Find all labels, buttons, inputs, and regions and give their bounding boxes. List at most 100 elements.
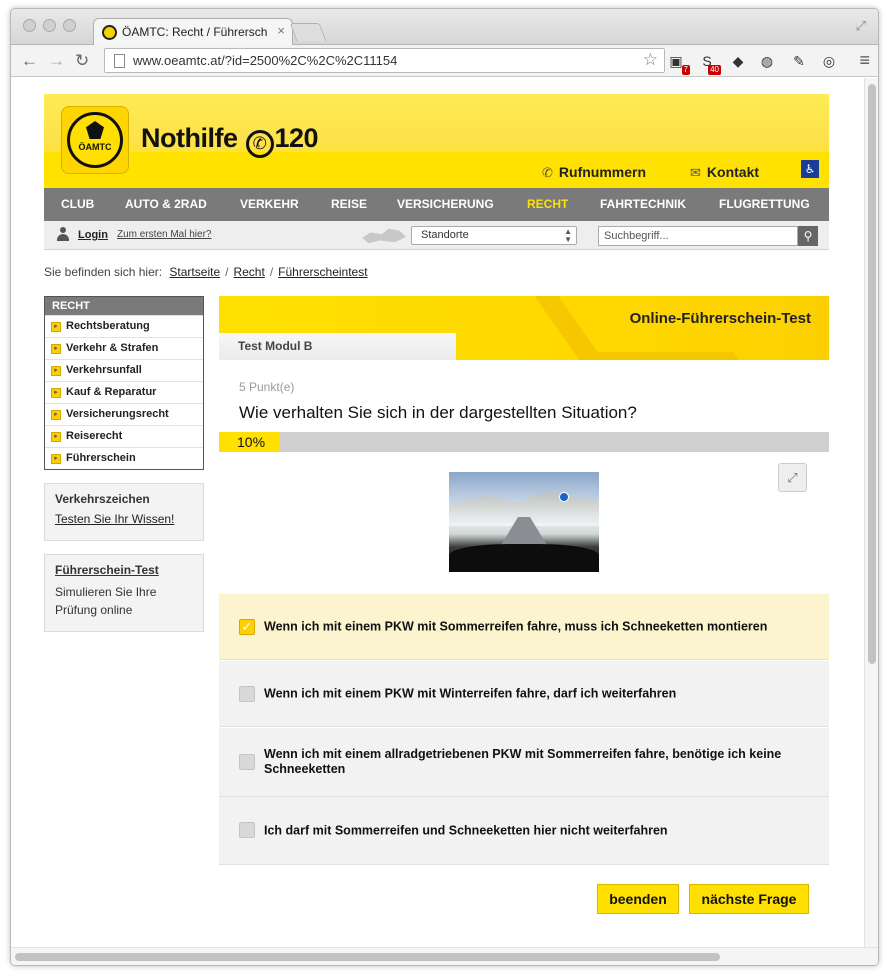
horizontal-scroll-thumb[interactable] — [15, 953, 720, 961]
back-button[interactable]: ← — [21, 51, 38, 71]
license-test-panel: Führerschein-Test Simulieren Sie Ihre Pr… — [44, 554, 204, 632]
sidebar-item-verkehrsunfall[interactable]: ▸ Verkehrsunfall — [45, 359, 203, 381]
sidebar-item-reiserecht[interactable]: ▸ Reiserecht — [45, 425, 203, 447]
horizontal-scrollbar[interactable] — [11, 947, 878, 965]
nav-verkehr[interactable]: VERKEHR — [240, 188, 299, 221]
sidebar-item-label: Verkehr & Strafen — [66, 342, 159, 354]
austria-map-icon — [362, 228, 406, 244]
eyedropper-icon[interactable]: ✎ — [789, 51, 809, 71]
answer-option[interactable]: Wenn ich mit einem allradgetriebenen PKW… — [219, 728, 829, 797]
sidebar-item-label: Führerschein — [66, 452, 136, 464]
question-points: 5 Punkt(e) — [239, 380, 295, 394]
test-module-tab: Test Modul B — [219, 333, 456, 360]
traffic-signs-panel: Verkehrszeichen Testen Sie Ihr Wissen! — [44, 483, 204, 541]
license-test-link[interactable]: Führerschein-Test — [55, 563, 193, 577]
nav-recht[interactable]: RECHT — [527, 188, 568, 221]
sidebar-menu: RECHT ▸ Rechtsberatung ▸ Verkehr & Strafen… — [44, 296, 204, 470]
first-visit-link[interactable]: Zum ersten Mal hier? — [117, 229, 211, 240]
nav-auto-2rad[interactable]: AUTO & 2RAD — [125, 188, 207, 221]
sidebar-item-label: Versicherungsrecht — [66, 408, 169, 420]
sidebar-heading: RECHT — [45, 297, 203, 315]
answer-checkbox[interactable] — [239, 686, 255, 702]
extension-badge: 40 — [708, 65, 721, 75]
tab-close-icon[interactable]: × — [277, 23, 285, 38]
arrow-right-icon: ▸ — [51, 366, 61, 376]
sidebar-item-verkehr-strafen[interactable]: ▸ Verkehr & Strafen — [45, 337, 203, 359]
question-text: Wie verhalten Sie sich in der dargestell… — [239, 403, 637, 422]
answer-text: Wenn ich mit einem PKW mit Sommerreifen … — [264, 619, 768, 633]
rufnummern-link[interactable]: ✆ Rufnummern — [542, 164, 646, 181]
vertical-scroll-thumb[interactable] — [868, 84, 876, 664]
reload-button[interactable]: ↻ — [75, 51, 89, 71]
new-tab-button[interactable] — [289, 23, 327, 41]
browser-toolbar: ← → ↻ www.oeamtc.at/?id=2500%2C%2C%2C111… — [11, 45, 878, 77]
quiz-banner: Online-Führerschein-Test Test Modul B — [219, 296, 829, 360]
oeamtc-logo[interactable]: ÖAMTC — [61, 106, 129, 174]
user-icon — [57, 227, 69, 241]
breadcrumb-recht[interactable]: Recht — [233, 265, 264, 279]
accessibility-icon[interactable]: ♿ — [801, 160, 819, 178]
search-icon[interactable]: ⚲ — [798, 226, 818, 246]
locations-select[interactable]: Standorte ▲ ▼ — [411, 226, 577, 245]
answer-option[interactable]: Ich darf mit Sommerreifen und Schneekett… — [219, 797, 829, 865]
panel-title: Verkehrszeichen — [55, 492, 150, 506]
sidebar-item-versicherungsrecht[interactable]: ▸ Versicherungsrecht — [45, 403, 203, 425]
sidebar-item-rechtsberatung[interactable]: ▸ Rechtsberatung — [45, 315, 203, 337]
logo-text: ÖAMTC — [78, 142, 112, 152]
minimize-window-button[interactable] — [43, 19, 56, 32]
url-text: www.oeamtc.at/?id=2500%2C%2C%2C11154 — [133, 53, 398, 68]
breadcrumb-fuehrerscheintest[interactable]: Führerscheintest — [278, 265, 367, 279]
next-question-button[interactable]: nächste Frage — [689, 884, 809, 914]
select-updown-icon: ▲ ▼ — [564, 227, 572, 244]
site-header: ÖAMTC Nothilfe ✆ 120 ✆ Rufnummern ✉ Kontakt… — [44, 94, 829, 188]
fullscreen-icon[interactable]: ⤢ — [856, 18, 866, 34]
phone-icon: ✆ — [245, 130, 274, 158]
expand-image-icon[interactable]: ⤢ — [778, 463, 807, 492]
address-bar[interactable]: www.oeamtc.at/?id=2500%2C%2C%2C11154 ☆ — [104, 48, 665, 73]
answer-option[interactable]: ✓ Wenn ich mit einem PKW mit Sommerreife… — [219, 594, 829, 660]
nav-club[interactable]: CLUB — [61, 188, 94, 221]
browser-menu-icon[interactable]: ≡ — [859, 50, 870, 71]
sidebar-item-fuehrerschein[interactable]: ▸ Führerschein — [45, 447, 203, 469]
answer-checkbox[interactable] — [239, 822, 255, 838]
hotline-prefix: Nothilfe — [141, 123, 238, 153]
test-knowledge-link[interactable]: Testen Sie Ihr Wissen! — [55, 512, 193, 526]
nav-flugrettung[interactable]: FLUGRETTUNG — [719, 188, 810, 221]
end-test-button[interactable]: beenden — [597, 884, 679, 914]
bookmark-star-icon[interactable]: ☆ — [643, 50, 658, 70]
answer-checkbox[interactable]: ✓ — [239, 619, 255, 635]
answer-option[interactable]: Wenn ich mit einem PKW mit Winterreifen … — [219, 661, 829, 727]
login-link[interactable]: Login — [78, 229, 108, 241]
browser-titlebar: ÖAMTC: Recht / Führersch × ⤢ — [11, 9, 878, 45]
browser-tab[interactable]: ÖAMTC: Recht / Führersch × — [93, 18, 293, 45]
zoom-window-button[interactable] — [63, 19, 76, 32]
arrow-right-icon: ▸ — [51, 388, 61, 398]
wave-icon[interactable]: ◎ — [819, 51, 839, 71]
breadcrumb-separator: / — [225, 265, 229, 279]
close-window-button[interactable] — [23, 19, 36, 32]
banner-title: Online-Führerschein-Test — [629, 310, 811, 327]
nav-fahrtechnik[interactable]: FAHRTECHNIK — [600, 188, 686, 221]
browser-window: ÖAMTC: Recht / Führersch × ⤢ ← → ↻ www.o… — [10, 8, 879, 966]
sidebar-item-kauf-reparatur[interactable]: ▸ Kauf & Reparatur — [45, 381, 203, 403]
answer-checkbox[interactable] — [239, 754, 255, 770]
breadcrumb-startseite[interactable]: Startseite — [169, 265, 220, 279]
bookmark-icon[interactable]: ◆ — [728, 51, 748, 71]
situation-image[interactable] — [449, 472, 599, 572]
globe-icon[interactable]: ◍ — [757, 51, 777, 71]
kontakt-link[interactable]: ✉ Kontakt — [690, 164, 759, 181]
sidebar-item-label: Kauf & Reparatur — [66, 386, 157, 398]
locations-select-value: Standorte — [421, 229, 469, 241]
nav-reise[interactable]: REISE — [331, 188, 367, 221]
tab-title: ÖAMTC: Recht / Führersch — [122, 25, 268, 39]
breadcrumb-separator: / — [269, 265, 274, 279]
skype-icon[interactable]: S 40 — [697, 51, 721, 75]
search-input[interactable]: Suchbegriff... — [598, 226, 798, 246]
vertical-scrollbar[interactable] — [864, 78, 878, 949]
emergency-hotline: Nothilfe ✆ 120 — [141, 123, 319, 158]
forward-button[interactable]: → — [48, 51, 65, 71]
answer-text: Wenn ich mit einem allradgetriebenen PKW… — [264, 747, 782, 776]
utility-bar: Login Zum ersten Mal hier? Standorte ▲ ▼ … — [44, 221, 829, 250]
screen-capture-icon[interactable]: ▣ 7 — [666, 51, 690, 75]
nav-versicherung[interactable]: VERSICHERUNG — [397, 188, 494, 221]
